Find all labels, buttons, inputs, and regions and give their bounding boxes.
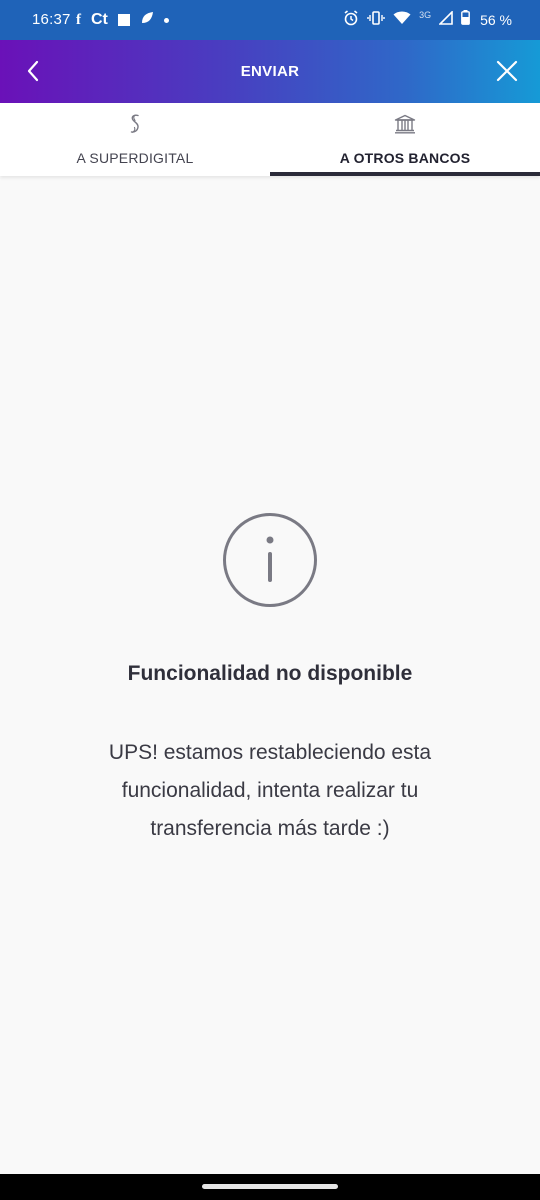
facebook-notification-icon: f	[76, 11, 81, 28]
leaf-notification-icon	[140, 11, 154, 30]
status-time: 16:37	[32, 11, 71, 28]
tab-superdigital-label: A SUPERDIGITAL	[76, 150, 194, 166]
page-title: ENVIAR	[240, 63, 300, 80]
tab-superdigital[interactable]: A SUPERDIGITAL	[0, 103, 270, 176]
info-icon	[223, 513, 317, 607]
system-navigation-bar	[0, 1174, 540, 1200]
app-header: ENVIAR	[0, 40, 540, 103]
network-type-label: 3G	[419, 10, 432, 20]
status-bar: 16:37 f Ct 3G 56 %	[0, 0, 540, 40]
bank-icon	[270, 113, 540, 135]
home-indicator[interactable]	[202, 1184, 338, 1189]
close-icon	[496, 60, 518, 82]
unavailable-message: UPS! estamos restableciendo esta funcion…	[108, 741, 432, 840]
tab-otros-bancos[interactable]: A OTROS BANCOS	[270, 103, 540, 176]
tab-otros-bancos-label: A OTROS BANCOS	[339, 150, 471, 166]
vibrate-icon	[367, 10, 385, 31]
more-notifications-dot-icon	[163, 17, 169, 23]
signal-icon	[438, 9, 453, 30]
system-status-icons: 3G 56 %	[343, 9, 512, 31]
selected-tab-indicator	[270, 172, 540, 176]
battery-percentage: 56 %	[480, 12, 512, 28]
square-notification-icon	[117, 14, 130, 26]
battery-icon	[461, 10, 470, 30]
wifi-icon	[393, 11, 411, 30]
unavailable-title: Funcionalidad no disponible	[127, 662, 413, 685]
superdigital-s-icon	[0, 113, 270, 135]
close-button[interactable]	[488, 52, 526, 90]
notification-icons: f Ct	[76, 9, 169, 31]
ct-notification-icon: Ct	[91, 11, 108, 28]
tab-bar: A SUPERDIGITAL A OTROS BANCOS	[0, 103, 540, 176]
alarm-icon	[343, 9, 359, 31]
screen: 16:37 f Ct 3G 56 % ENVIAR A SUPERDIGITAL…	[0, 0, 540, 1200]
